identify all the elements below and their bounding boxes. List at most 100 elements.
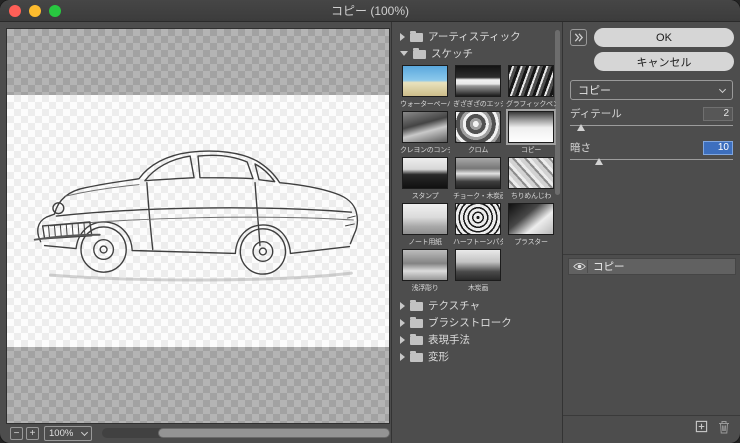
delete-effect-layer-button[interactable] xyxy=(718,420,730,434)
slider-label: ディテール xyxy=(570,106,622,121)
layers-footer xyxy=(563,415,740,437)
effect-layer-row[interactable]: コピー xyxy=(568,258,736,275)
folder-icon xyxy=(410,302,423,311)
vertical-scrollbar-thumb[interactable] xyxy=(555,30,560,195)
triangle-down-icon xyxy=(400,51,408,56)
filter-thumbnail-image xyxy=(455,157,501,189)
filter-category-header[interactable]: スケッチ xyxy=(392,45,562,62)
filter-thumbnail-label: クロム xyxy=(453,145,503,154)
slider-value-field[interactable]: 2 xyxy=(703,107,733,121)
horizontal-scrollbar[interactable] xyxy=(102,428,390,438)
filter-thumbnail[interactable]: ぎざぎざのエッジ xyxy=(453,65,503,108)
filter-thumbnail-image xyxy=(402,249,448,281)
triangle-right-icon xyxy=(400,353,405,361)
new-layer-icon xyxy=(695,420,708,433)
filter-thumbnail-image xyxy=(508,203,554,235)
folder-icon xyxy=(410,353,423,362)
settings-panel: OK キャンセル コピー ディテール 2 暗さ 10 コピー xyxy=(563,22,740,443)
filter-thumbnail-label: コピー xyxy=(506,145,556,154)
slider-thumb[interactable] xyxy=(595,158,603,165)
folder-icon xyxy=(410,336,423,345)
filter-select[interactable]: コピー xyxy=(570,80,733,100)
preview-footer: − + 100% xyxy=(6,424,390,443)
slider-track[interactable] xyxy=(570,123,733,134)
eye-icon xyxy=(573,262,586,271)
filter-thumbnail[interactable]: クレヨンのコンテ画 xyxy=(400,111,450,154)
filter-thumbnail[interactable]: グラフィックペン xyxy=(506,65,556,108)
folder-icon xyxy=(413,50,426,59)
window-title: コピー (100%) xyxy=(0,0,740,22)
filter-thumbnail[interactable]: 木炭画 xyxy=(453,249,503,292)
ok-button[interactable]: OK xyxy=(594,28,734,47)
filter-category-header[interactable]: 表現手法 xyxy=(392,331,562,348)
filter-thumbnail-image xyxy=(455,111,501,143)
filter-thumbnail-label: ウォーターペーパー xyxy=(400,99,450,108)
filter-thumbnail-label: ノート用紙 xyxy=(400,237,450,246)
filter-thumbnail[interactable]: ハーフトーンパターン xyxy=(453,203,503,246)
filter-thumbnail-image xyxy=(402,111,448,143)
cancel-button[interactable]: キャンセル xyxy=(594,52,734,71)
filter-thumbnail-image xyxy=(402,157,448,189)
filter-category-label: ブラシストローク xyxy=(428,315,512,330)
filter-section-list: アーティスティックスケッチウォーターペーパーぎざぎざのエッジグラフィックペンクレ… xyxy=(392,28,562,365)
filter-thumbnail[interactable]: ちりめんじわ xyxy=(506,157,556,200)
filter-thumbnail[interactable]: 浅浮彫り xyxy=(400,249,450,292)
filter-category-label: アーティスティック xyxy=(428,29,521,44)
zoom-in-button[interactable]: + xyxy=(26,427,39,440)
horizontal-scrollbar-thumb[interactable] xyxy=(158,428,390,438)
filter-thumbnail-image xyxy=(455,65,501,97)
filter-thumbnail-label: ハーフトーンパターン xyxy=(453,237,503,246)
filter-thumbnail-image xyxy=(508,111,554,143)
double-chevron-icon xyxy=(573,32,584,43)
filter-thumbnail-label: ちりめんじわ xyxy=(506,191,556,200)
effect-layer-label: コピー xyxy=(593,259,625,274)
filter-thumbnail-label: グラフィックペン xyxy=(506,99,556,108)
trash-icon xyxy=(718,420,730,434)
slider-value-field[interactable]: 10 xyxy=(703,141,733,155)
filter-list-panel: アーティスティックスケッチウォーターペーパーぎざぎざのエッジグラフィックペンクレ… xyxy=(391,22,563,443)
slider-label: 暗さ xyxy=(570,140,591,155)
filter-thumbnail-label: 浅浮彫り xyxy=(400,283,450,292)
zoom-out-button[interactable]: − xyxy=(10,427,23,440)
filter-thumbnail-image xyxy=(455,249,501,281)
preview-area[interactable] xyxy=(6,28,390,424)
filter-thumbnail-label: 木炭画 xyxy=(453,283,503,292)
filter-thumbnail[interactable]: ウォーターペーパー xyxy=(400,65,450,108)
filter-thumbnail-label: ぎざぎざのエッジ xyxy=(453,99,503,108)
filter-thumbnail-label: プラスター xyxy=(506,237,556,246)
slider-track[interactable] xyxy=(570,157,733,168)
filter-thumbnail-image xyxy=(455,203,501,235)
filter-thumbnail[interactable]: ノート用紙 xyxy=(400,203,450,246)
filter-thumbnail[interactable]: クロム xyxy=(453,111,503,154)
car-sketch xyxy=(21,101,375,341)
slider-list: ディテール 2 暗さ 10 xyxy=(570,106,733,174)
folder-icon xyxy=(410,33,423,42)
triangle-right-icon xyxy=(400,302,405,310)
filter-category-header[interactable]: ブラシストローク xyxy=(392,314,562,331)
visibility-toggle[interactable] xyxy=(572,260,588,273)
filter-thumbnail-label: チョーク・木炭画 xyxy=(453,191,503,200)
filter-category-header[interactable]: アーティスティック xyxy=(392,28,562,45)
filter-thumbnail[interactable]: チョーク・木炭画 xyxy=(453,157,503,200)
triangle-right-icon xyxy=(400,336,405,344)
title-bar[interactable]: コピー (100%) xyxy=(0,0,740,22)
triangle-right-icon xyxy=(400,319,405,327)
filter-gallery-dialog: コピー (100%) xyxy=(0,0,740,443)
filter-thumbnail-image xyxy=(402,65,448,97)
chevron-down-icon xyxy=(719,85,726,92)
new-effect-layer-button[interactable] xyxy=(695,420,708,433)
filter-thumbnail[interactable]: プラスター xyxy=(506,203,556,246)
filter-category-header[interactable]: 変形 xyxy=(392,348,562,365)
zoom-level-select[interactable]: 100% xyxy=(44,426,92,441)
filter-category-label: 変形 xyxy=(428,349,449,364)
preview-image xyxy=(7,95,389,347)
filter-category-label: 表現手法 xyxy=(428,332,470,347)
filter-category-header[interactable]: テクスチャ xyxy=(392,297,562,314)
filter-category-label: スケッチ xyxy=(431,46,473,61)
slider-thumb[interactable] xyxy=(577,124,585,131)
filter-thumbnail-grid: ウォーターペーパーぎざぎざのエッジグラフィックペンクレヨンのコンテ画クロムコピー… xyxy=(392,62,562,297)
filter-thumbnail[interactable]: コピー xyxy=(506,111,556,154)
toggle-thumbnails-button[interactable] xyxy=(570,29,587,46)
filter-thumbnail[interactable]: スタンプ xyxy=(400,157,450,200)
filter-thumbnail-image xyxy=(508,157,554,189)
